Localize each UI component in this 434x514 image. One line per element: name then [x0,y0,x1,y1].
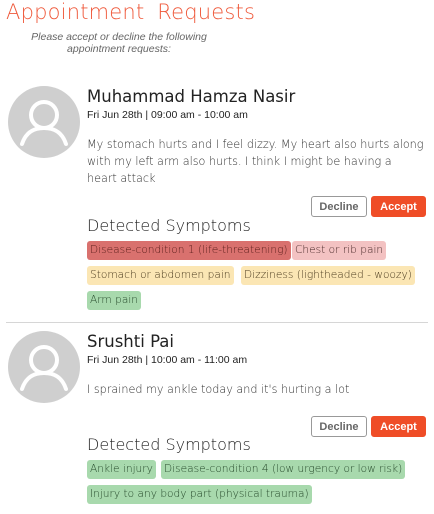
symptom-tag: Arm pain [87,291,141,310]
symptom-tag: Dizziness (lightheaded - woozy) [241,266,415,285]
patient-message: I sprained my ankle today and it's hurti… [87,383,350,396]
symptom-tag: Chest or rib pain [292,241,387,260]
appointment-datetime: Fri Jun 28th | 10:00 am - 11:00 am [87,354,248,366]
decline-button[interactable]: Decline [311,196,367,217]
patient-name: Srushti Pai [87,332,174,351]
symptom-tag: Ankle injury [87,460,156,479]
symptom-tag: Stomach or abdomen pain [87,266,234,285]
appointment-request-card: Srushti Pai Fri Jun 28th | 10:00 am - 11… [0,325,434,514]
page-subtitle: Please accept or decline the following a… [31,31,207,55]
patient-name: Muhammad Hamza Nasir [87,87,296,106]
detected-symptoms-heading: Detected Symptoms [87,216,251,235]
accept-button[interactable]: Accept [371,416,426,437]
accept-button[interactable]: Accept [371,196,426,217]
patient-message: My stomach hurts and I feel dizzy. My he… [87,138,424,185]
avatar-placeholder-icon [8,86,80,158]
symptom-tag: Injury to any body part (physical trauma… [87,485,312,504]
request-divider [6,322,428,323]
symptom-tag: Disease-condition 4 (low urgency or low … [161,460,406,479]
symptom-tag: Disease-condition 1 (life-threatening) [87,241,291,260]
detected-symptoms-heading: Detected Symptoms [87,435,251,454]
page-title: Appointment Requests [6,0,256,24]
appointment-request-card: Muhammad Hamza Nasir Fri Jun 28th | 09:0… [0,80,434,322]
decline-button[interactable]: Decline [311,416,367,437]
appointment-datetime: Fri Jun 28th | 09:00 am - 10:00 am [87,109,248,121]
avatar-placeholder-icon [8,331,80,403]
